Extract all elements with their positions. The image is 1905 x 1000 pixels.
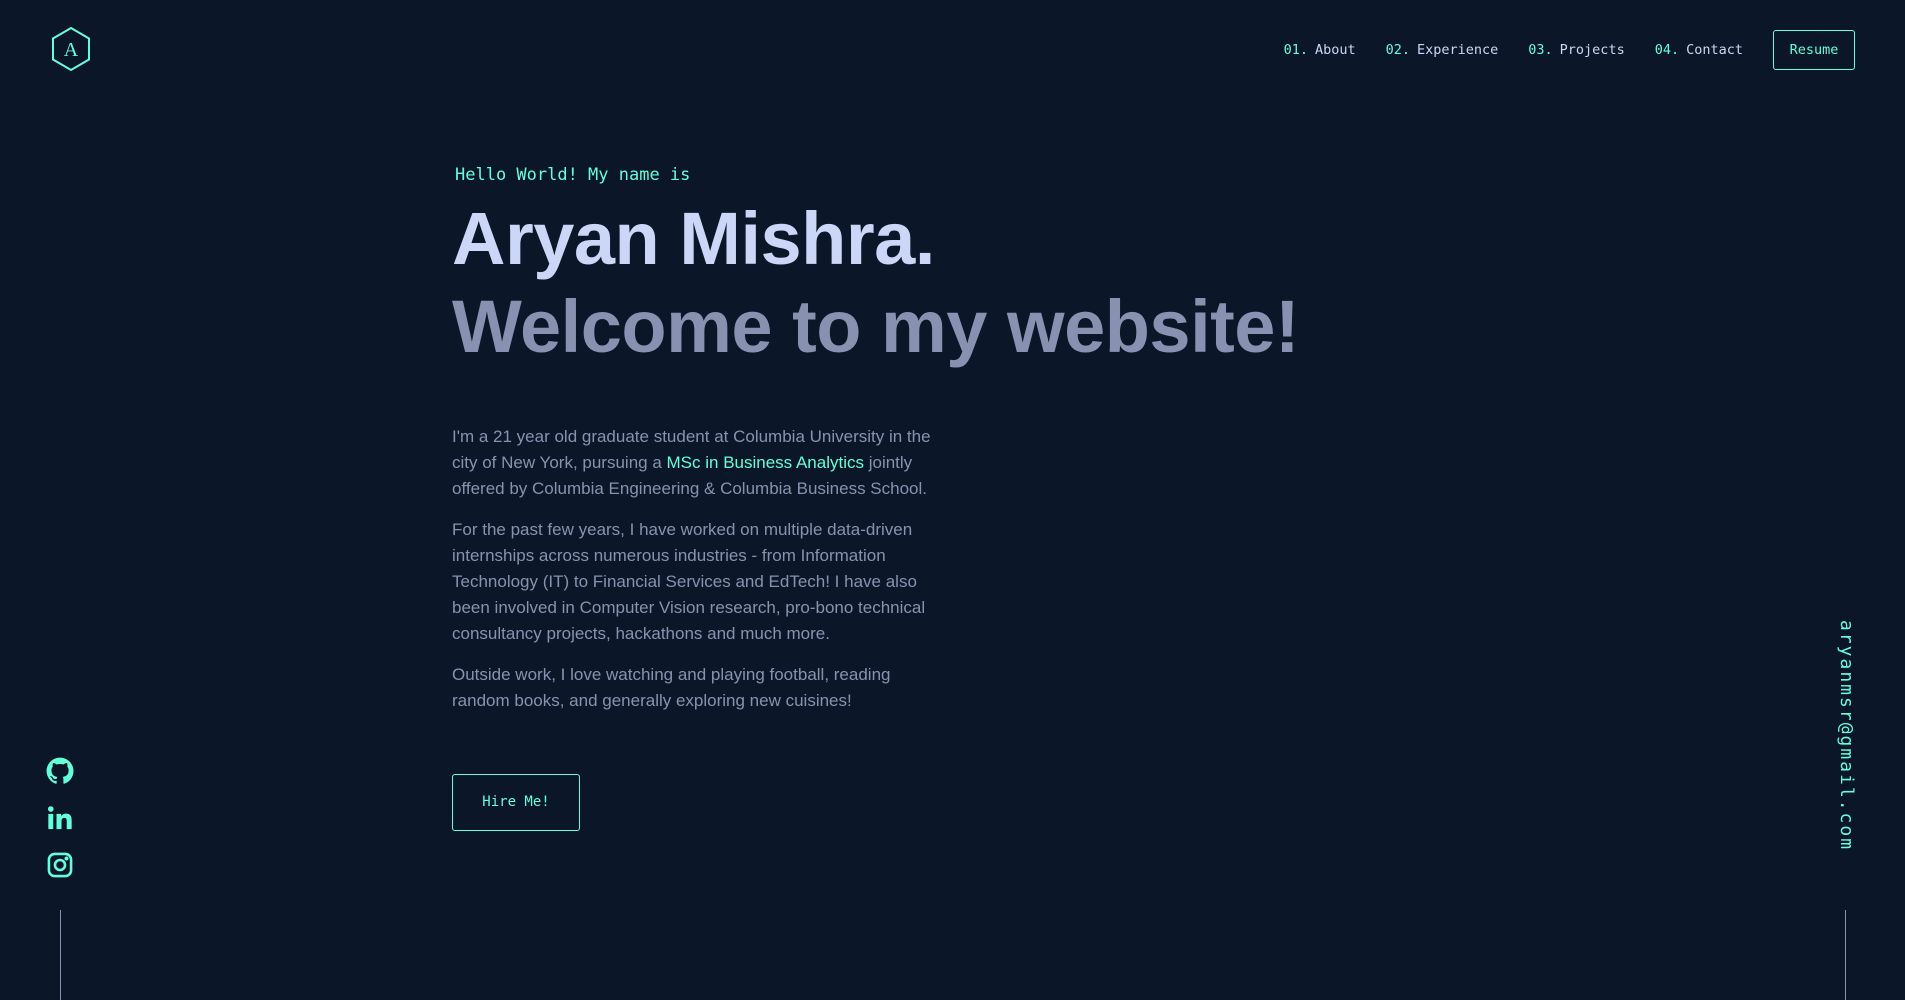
- bio-paragraph-2: For the past few years, I have worked on…: [452, 520, 926, 643]
- resume-button[interactable]: Resume: [1773, 30, 1855, 70]
- nav-projects[interactable]: 03. Projects: [1528, 42, 1624, 58]
- email-link[interactable]: aryanmsr@gmail.com: [1836, 620, 1857, 851]
- msc-business-analytics-link[interactable]: MSc in Business Analytics: [667, 453, 864, 472]
- nav-contact[interactable]: 04. Contact: [1655, 42, 1743, 58]
- nav-contact-number: 04.: [1654, 42, 1680, 58]
- nav-projects-label: Projects: [1559, 42, 1625, 58]
- social-links: [46, 757, 76, 898]
- logo-letter: A: [64, 39, 79, 61]
- bio-paragraph-1: I'm a 21 year old graduate student at Co…: [452, 424, 947, 502]
- nav-contact-label: Contact: [1686, 42, 1743, 58]
- main-nav: 01. About 02. Experience 03. Projects 04…: [1284, 30, 1855, 70]
- nav-about-number: 01.: [1283, 42, 1308, 58]
- logo[interactable]: A: [50, 26, 92, 72]
- linkedin-icon[interactable]: [46, 804, 74, 832]
- hexagon-logo-icon: A: [52, 26, 90, 72]
- page: A 01. About 02. Experience 03. Projects …: [0, 0, 1905, 1000]
- right-divider-line: [1845, 910, 1846, 1000]
- bio-paragraph-3: Outside work, I love watching and playin…: [452, 665, 891, 710]
- hero-tagline: Welcome to my website!: [452, 285, 1300, 368]
- nav-experience-label: Experience: [1417, 42, 1499, 58]
- left-divider-line: [60, 910, 61, 1000]
- nav-experience-number: 02.: [1385, 42, 1410, 58]
- hero-greeting: Hello World! My name is: [455, 165, 691, 185]
- github-icon[interactable]: [46, 757, 74, 785]
- hire-me-button[interactable]: Hire Me!: [452, 774, 580, 831]
- hero-section: Hello World! My name is Aryan Mishra. We…: [452, 165, 1300, 729]
- nav-projects-number: 03.: [1528, 42, 1553, 58]
- nav-about[interactable]: 01. About: [1284, 42, 1356, 58]
- instagram-icon[interactable]: [46, 851, 74, 879]
- hero-bio: I'm a 21 year old graduate student at Co…: [452, 424, 947, 714]
- nav-experience[interactable]: 02. Experience: [1386, 42, 1499, 58]
- nav-about-label: About: [1314, 42, 1356, 58]
- hero-name: Aryan Mishra.: [452, 197, 935, 280]
